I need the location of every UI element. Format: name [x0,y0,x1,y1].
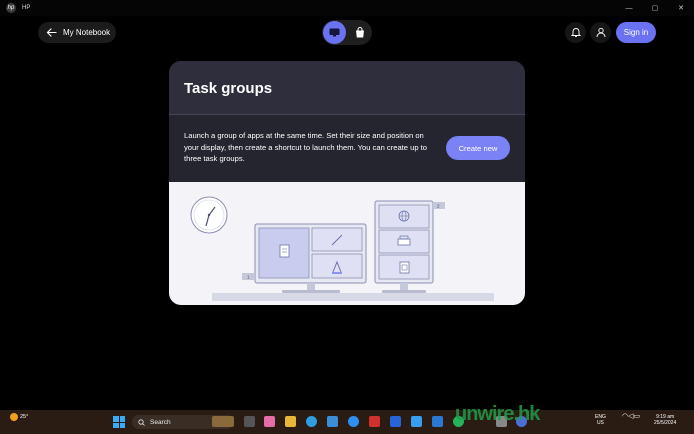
outlook-icon[interactable] [411,416,422,427]
store-icon[interactable] [327,416,338,427]
account-button[interactable] [590,22,611,43]
tray-icons[interactable]: ◠◁▭ [622,413,641,420]
battery-icon: ▭ [633,413,641,420]
lang-line2: US [596,420,604,426]
title-bar: hp HP — ▢ ✕ [0,0,694,16]
clock-date: 25/5/2024 [654,420,677,426]
close-icon[interactable]: ✕ [668,0,694,16]
task-groups-card: Task groups Launch a group of apps at th… [169,61,525,305]
mcafee-icon[interactable] [369,416,380,427]
dropbox-icon[interactable] [390,416,401,427]
windows-start-icon[interactable] [113,416,125,428]
create-new-button[interactable]: Create new [446,136,510,160]
search-icon [138,418,145,426]
shopping-bag-icon [355,27,364,38]
sign-in-button[interactable]: Sign in [616,22,656,43]
weather-widget[interactable]: 25° [10,413,28,421]
user-icon [596,27,605,38]
copilot-icon[interactable] [264,416,275,427]
minimize-icon[interactable]: — [616,0,642,16]
weather-temp: 25° [20,414,29,420]
card-header: Task groups [169,61,525,115]
search-highlight-icon [212,416,234,427]
card-description: Launch a group of apps at the same time.… [184,131,428,164]
left-monitor-icon [242,223,367,293]
illustration-art: 1 2 [190,196,494,301]
weather-sun-icon [10,413,18,421]
file-explorer-icon[interactable] [285,416,296,427]
hp-app-window: hp HP — ▢ ✕ My Notebook Sign in Task gro… [0,0,694,434]
arrow-left-icon [46,28,57,37]
windows-taskbar: 25° Search ENG US ◠◁▭ 9:19 am 25/5/2024 [0,410,694,434]
bell-icon [570,28,581,37]
clock-widget[interactable]: 9:19 am 25/5/2024 [654,414,676,426]
window-title: HP [22,5,31,11]
watermark: unwire.hk [455,403,540,425]
back-label: My Notebook [63,28,111,37]
mail-icon[interactable] [432,416,443,427]
edge-browser-icon[interactable] [306,416,317,427]
search-label: Search [150,418,171,426]
window-controls: — ▢ ✕ [616,0,694,16]
monitor-toggle-option[interactable] [323,21,346,44]
card-body: Launch a group of apps at the same time.… [169,115,525,182]
notifications-button[interactable] [565,22,586,43]
task-groups-illustration: 1 2 [169,182,525,305]
device-toggle[interactable] [322,20,372,45]
maximize-icon[interactable]: ▢ [642,0,668,16]
card-title: Task groups [184,80,273,97]
task-view-icon[interactable] [244,416,255,427]
monitor-icon [329,28,340,37]
clock-icon [190,196,228,234]
bag-toggle-option[interactable] [348,21,371,44]
help-icon[interactable] [348,416,359,427]
back-button[interactable]: My Notebook [38,22,116,43]
right-monitor-icon [374,200,445,293]
hp-logo-icon: hp [6,3,16,13]
language-indicator[interactable]: ENG US [595,414,606,426]
